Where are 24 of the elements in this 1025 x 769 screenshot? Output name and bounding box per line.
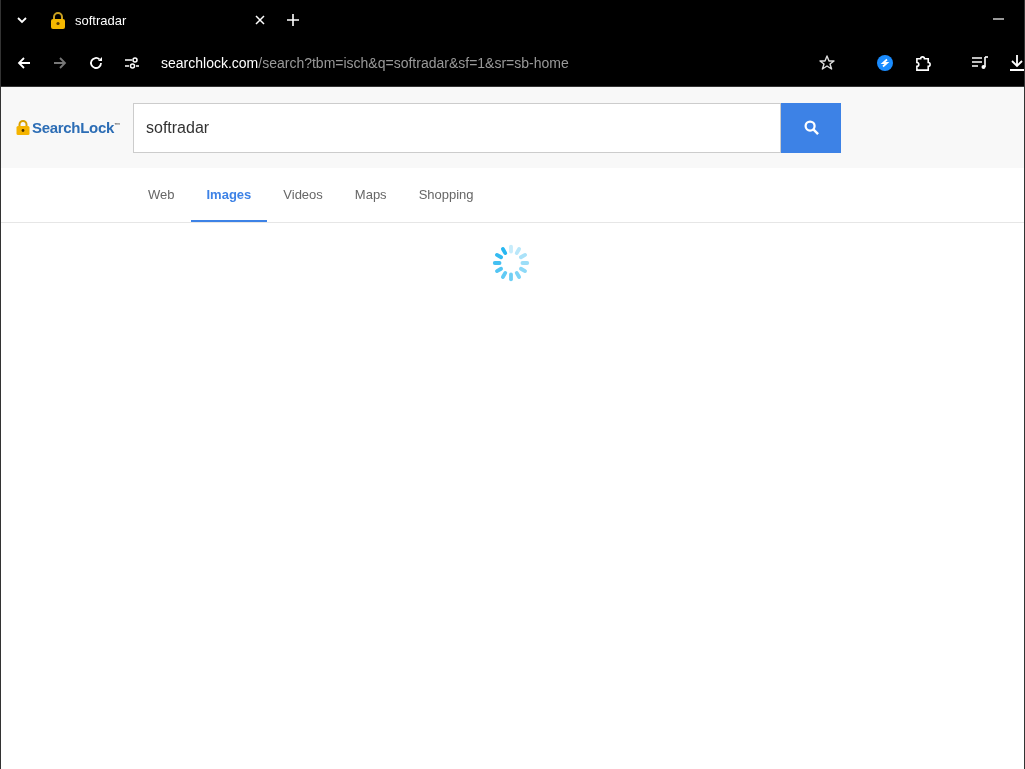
new-tab-icon[interactable] (287, 14, 299, 26)
search-tab[interactable]: Images (190, 168, 268, 222)
search-tab[interactable]: Shopping (402, 168, 490, 222)
padlock-icon (16, 120, 30, 135)
media-queue-icon[interactable] (972, 56, 988, 70)
search-icon (803, 120, 819, 135)
browser-tab[interactable]: softradar (50, 11, 265, 29)
searchlock-logo[interactable]: SearchLock$^{™}$ (16, 119, 133, 136)
forward-icon[interactable] (53, 57, 67, 69)
close-icon[interactable] (255, 15, 265, 25)
reload-icon[interactable] (89, 56, 103, 70)
download-icon[interactable] (1010, 55, 1024, 71)
search-button[interactable] (781, 102, 841, 153)
search-tab[interactable]: Maps (338, 168, 403, 222)
padlock-icon (50, 11, 66, 29)
puzzle-icon[interactable] (915, 54, 932, 72)
search-tab[interactable]: Web (132, 168, 191, 222)
star-icon[interactable] (819, 55, 835, 71)
back-icon[interactable] (17, 57, 31, 69)
search-tab[interactable]: Videos (267, 168, 339, 222)
search-field[interactable]: softradar (133, 102, 781, 153)
tab-list-icon[interactable] (16, 16, 28, 24)
site-settings-icon[interactable] (125, 57, 139, 69)
extension-icon[interactable] (877, 55, 893, 71)
